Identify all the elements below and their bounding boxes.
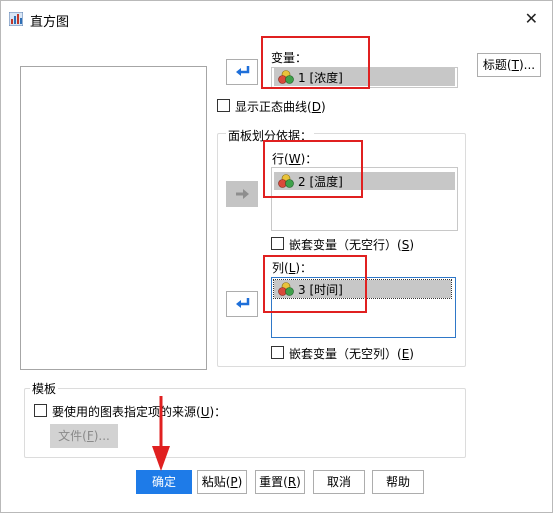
use-template-checkbox[interactable] (34, 404, 47, 417)
move-to-row-button[interactable] (226, 181, 258, 207)
annotation-arrow-icon (152, 396, 170, 471)
paste-button[interactable]: 粘贴(P) (197, 470, 247, 494)
histogram-app-icon (9, 12, 23, 26)
normal-curve-label: 显示正态曲线(D) (235, 100, 326, 114)
help-button[interactable]: 帮助 (372, 470, 424, 494)
use-template-label: 要使用的图表指定项的来源(U)： (52, 405, 227, 419)
title-button[interactable]: 标题(T)... (477, 53, 541, 77)
normal-curve-checkbox[interactable] (217, 99, 230, 112)
nest-rows-label: 嵌套变量（无空行）(S) (289, 238, 414, 252)
highlight-box-variable (261, 36, 370, 89)
histogram-dialog: 直方图 ✕ 变量： 1 [浓度] 标题(T)... 显示正态曲线(D) 面板划分… (0, 0, 553, 513)
nest-columns-label: 嵌套变量（无空列）(E) (289, 347, 414, 361)
nest-columns-checkbox[interactable] (271, 346, 284, 359)
highlight-box-column (263, 255, 367, 313)
close-icon[interactable]: ✕ (525, 9, 538, 28)
dialog-title: 直方图 (30, 15, 70, 30)
arrow-right-icon (236, 298, 250, 308)
highlight-box-row (263, 140, 363, 198)
reset-button[interactable]: 重置(R) (255, 470, 305, 494)
move-to-column-button[interactable] (226, 291, 258, 317)
move-to-variable-button[interactable] (226, 59, 258, 85)
template-group-label: 模板 (30, 380, 59, 397)
cancel-button[interactable]: 取消 (313, 470, 365, 494)
nest-rows-checkbox[interactable] (271, 237, 284, 250)
source-variable-list[interactable] (20, 66, 207, 370)
title-bar: 直方图 ✕ (1, 1, 552, 37)
arrow-right-icon (236, 189, 249, 199)
file-button[interactable]: 文件(F)... (50, 424, 118, 448)
arrow-right-icon (236, 66, 250, 76)
